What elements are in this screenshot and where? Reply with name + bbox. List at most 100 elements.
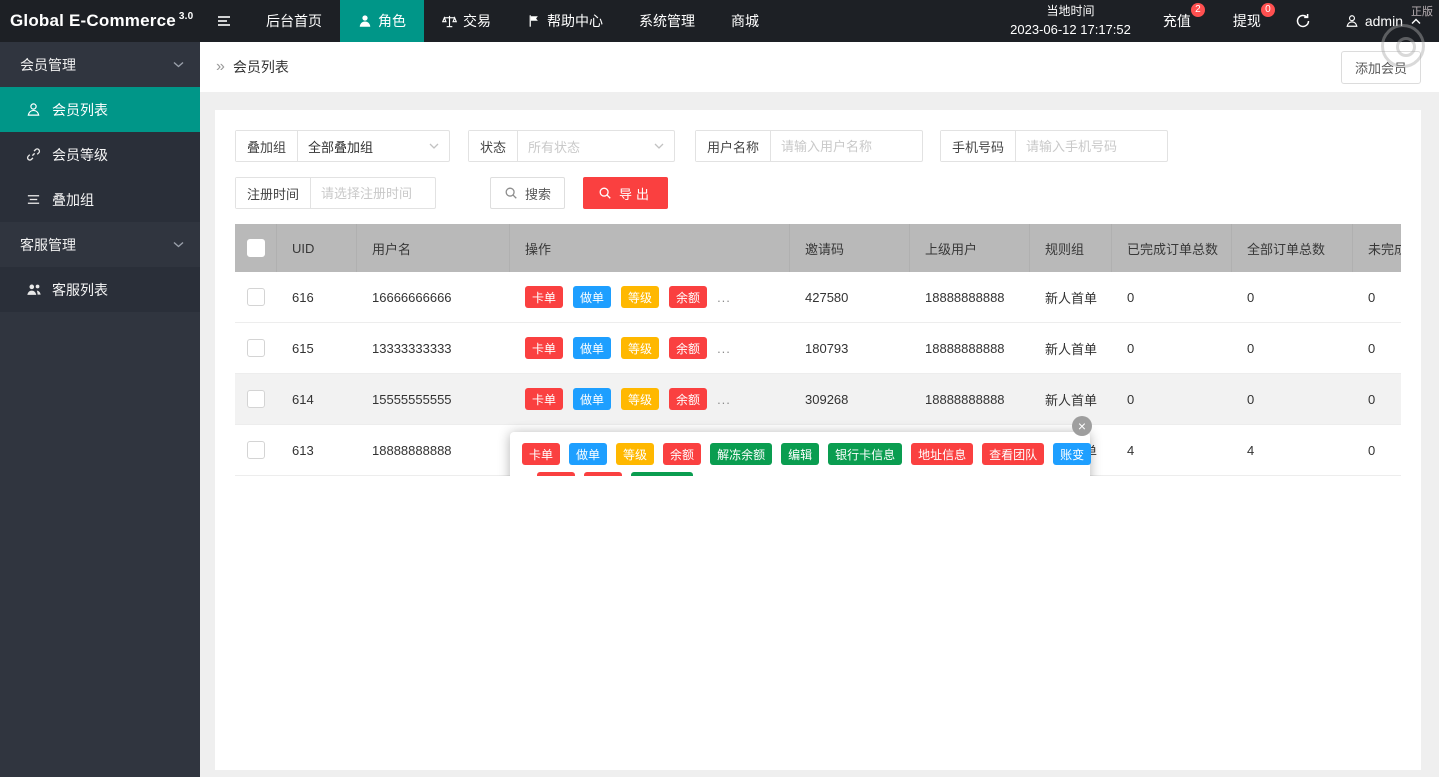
export-button-label: 导出 xyxy=(619,184,653,203)
chevron-down-icon xyxy=(429,143,439,149)
do-order-button[interactable]: 做单 xyxy=(573,337,611,359)
cell-parent-user: 18888888888 xyxy=(910,323,1030,374)
sidebar: 会员管理 会员列表 会员等级 叠加组 客服管理 客服列表 xyxy=(0,42,200,777)
more-actions-button[interactable]: ... xyxy=(717,290,731,305)
level-button[interactable]: 等级 xyxy=(616,443,654,465)
stack-group-label: 叠加组 xyxy=(236,131,298,161)
member-list-card: 叠加组 全部叠加组 状态 所有状态 用户名称 xyxy=(215,110,1421,770)
phone-label: 手机号码 xyxy=(941,131,1016,161)
sidebar-item-member-list[interactable]: 会员列表 xyxy=(0,87,200,132)
header-completed-orders: 已完成订单总数 xyxy=(1112,224,1232,272)
select-all-checkbox[interactable] xyxy=(247,239,265,257)
scales-icon xyxy=(442,14,457,29)
cell-invite-code: 180793 xyxy=(790,323,910,374)
balance-button[interactable]: 余额 xyxy=(669,388,707,410)
recharge-button[interactable]: 充值 2 xyxy=(1145,0,1209,42)
level-button[interactable]: 等级 xyxy=(621,388,659,410)
row-checkbox-cell xyxy=(235,323,277,374)
person-icon xyxy=(358,14,372,28)
set-fake-user-button[interactable]: 设为假人 xyxy=(631,472,693,476)
hamburger-icon xyxy=(216,13,232,29)
card-order-button[interactable]: 卡单 xyxy=(522,443,560,465)
more-actions-button[interactable]: ... xyxy=(717,392,731,407)
level-button[interactable]: 等级 xyxy=(621,286,659,308)
row-checkbox[interactable] xyxy=(247,441,265,459)
nav-item-trade[interactable]: 交易 xyxy=(424,0,509,42)
cell-uid: 614 xyxy=(277,374,357,425)
balance-button[interactable]: 余额 xyxy=(663,443,701,465)
username-input[interactable] xyxy=(771,131,946,161)
row-checkbox[interactable] xyxy=(247,390,265,408)
cell-uncompleted-orders: 0 xyxy=(1353,425,1401,476)
chevron-down-icon xyxy=(173,61,184,68)
sidebar-group-service-management[interactable]: 客服管理 xyxy=(0,222,200,267)
regtime-label: 注册时间 xyxy=(236,178,311,208)
card-order-button[interactable]: 卡单 xyxy=(525,388,563,410)
breadcrumb-icon: » xyxy=(216,58,225,76)
unfreeze-balance-button[interactable]: 解冻余额 xyxy=(710,443,772,465)
do-order-button[interactable]: 做单 xyxy=(573,388,611,410)
phone-input[interactable] xyxy=(1016,131,1191,161)
row-checkbox[interactable] xyxy=(247,339,265,357)
license-watermark-text: 正版 xyxy=(1411,3,1433,19)
stack-group-select[interactable]: 全部叠加组 xyxy=(298,131,449,161)
account-change-button[interactable]: 账变 xyxy=(1053,443,1091,465)
sidebar-item-stack-group[interactable]: 叠加组 xyxy=(0,177,200,222)
card-order-button[interactable]: 卡单 xyxy=(525,337,563,359)
sidebar-item-label: 会员等级 xyxy=(52,145,108,165)
row-checkbox-cell xyxy=(235,425,277,476)
do-order-button[interactable]: 做单 xyxy=(569,443,607,465)
view-team-button[interactable]: 查看团队 xyxy=(982,443,1044,465)
cell-invite-code: 309268 xyxy=(790,374,910,425)
menu-toggle-button[interactable] xyxy=(200,0,248,42)
status-label: 状态 xyxy=(469,131,518,161)
stack-group-value: 全部叠加组 xyxy=(308,137,373,156)
header-uncompleted-orders: 未完成订单总数 xyxy=(1353,224,1401,272)
edit-button[interactable]: 编辑 xyxy=(781,443,819,465)
cell-uncompleted-orders: 0 xyxy=(1353,272,1401,323)
header-uid: UID xyxy=(277,224,357,272)
card-order-button[interactable]: 卡单 xyxy=(525,286,563,308)
app-logo-version: 3.0 xyxy=(179,11,194,22)
bank-card-info-button[interactable]: 银行卡信息 xyxy=(828,443,902,465)
refresh-icon xyxy=(1295,13,1311,29)
refresh-button[interactable] xyxy=(1279,0,1327,42)
nav-item-dashboard[interactable]: 后台首页 xyxy=(248,0,340,42)
status-select[interactable]: 所有状态 xyxy=(518,131,674,161)
more-actions-button[interactable]: ... xyxy=(717,341,731,356)
sidebar-group-member-management[interactable]: 会员管理 xyxy=(0,42,200,87)
balance-button[interactable]: 余额 xyxy=(669,337,707,359)
username-filter: 用户名称 xyxy=(695,130,923,162)
address-info-button[interactable]: 地址信息 xyxy=(911,443,973,465)
link-icon xyxy=(26,147,42,163)
main-content: » 会员列表 添加会员 叠加组 全部叠加组 状态 所有状态 xyxy=(200,42,1439,777)
nav-item-help-center[interactable]: 帮助中心 xyxy=(509,0,621,42)
nav-item-mall[interactable]: 商城 xyxy=(713,0,777,42)
balance-button[interactable]: 余额 xyxy=(669,286,707,308)
withdraw-button[interactable]: 提现 0 xyxy=(1209,0,1279,42)
close-icon[interactable]: × xyxy=(1072,416,1092,436)
level-button[interactable]: 等级 xyxy=(621,337,659,359)
regtime-input[interactable] xyxy=(311,178,459,208)
sidebar-item-service-list[interactable]: 客服列表 xyxy=(0,267,200,312)
search-button[interactable]: 搜索 xyxy=(490,177,565,209)
users-icon xyxy=(26,282,42,298)
nav-item-system[interactable]: 系统管理 xyxy=(621,0,713,42)
row-checkbox-cell xyxy=(235,374,277,425)
nav-item-roles[interactable]: 角色 xyxy=(340,0,424,42)
row-checkbox-cell xyxy=(235,272,277,323)
do-order-button[interactable]: 做单 xyxy=(573,286,611,308)
person-icon xyxy=(26,102,42,118)
row-checkbox[interactable] xyxy=(247,288,265,306)
export-button[interactable]: 导出 xyxy=(583,177,668,209)
sidebar-item-member-level[interactable]: 会员等级 xyxy=(0,132,200,177)
local-time: 当地时间 2023-06-12 17:17:52 xyxy=(996,0,1145,42)
breadcrumb: » 会员列表 添加会员 xyxy=(200,42,1439,92)
nav-item-label: 帮助中心 xyxy=(547,11,603,31)
chevron-down-icon xyxy=(654,143,664,149)
disable-button[interactable]: 禁用 xyxy=(537,472,575,476)
cell-rule-group: 新人首单 xyxy=(1030,374,1112,425)
delete-button[interactable]: 删除 xyxy=(584,472,622,476)
license-watermark-logo xyxy=(1381,24,1425,68)
header-parent-user: 上级用户 xyxy=(910,224,1030,272)
